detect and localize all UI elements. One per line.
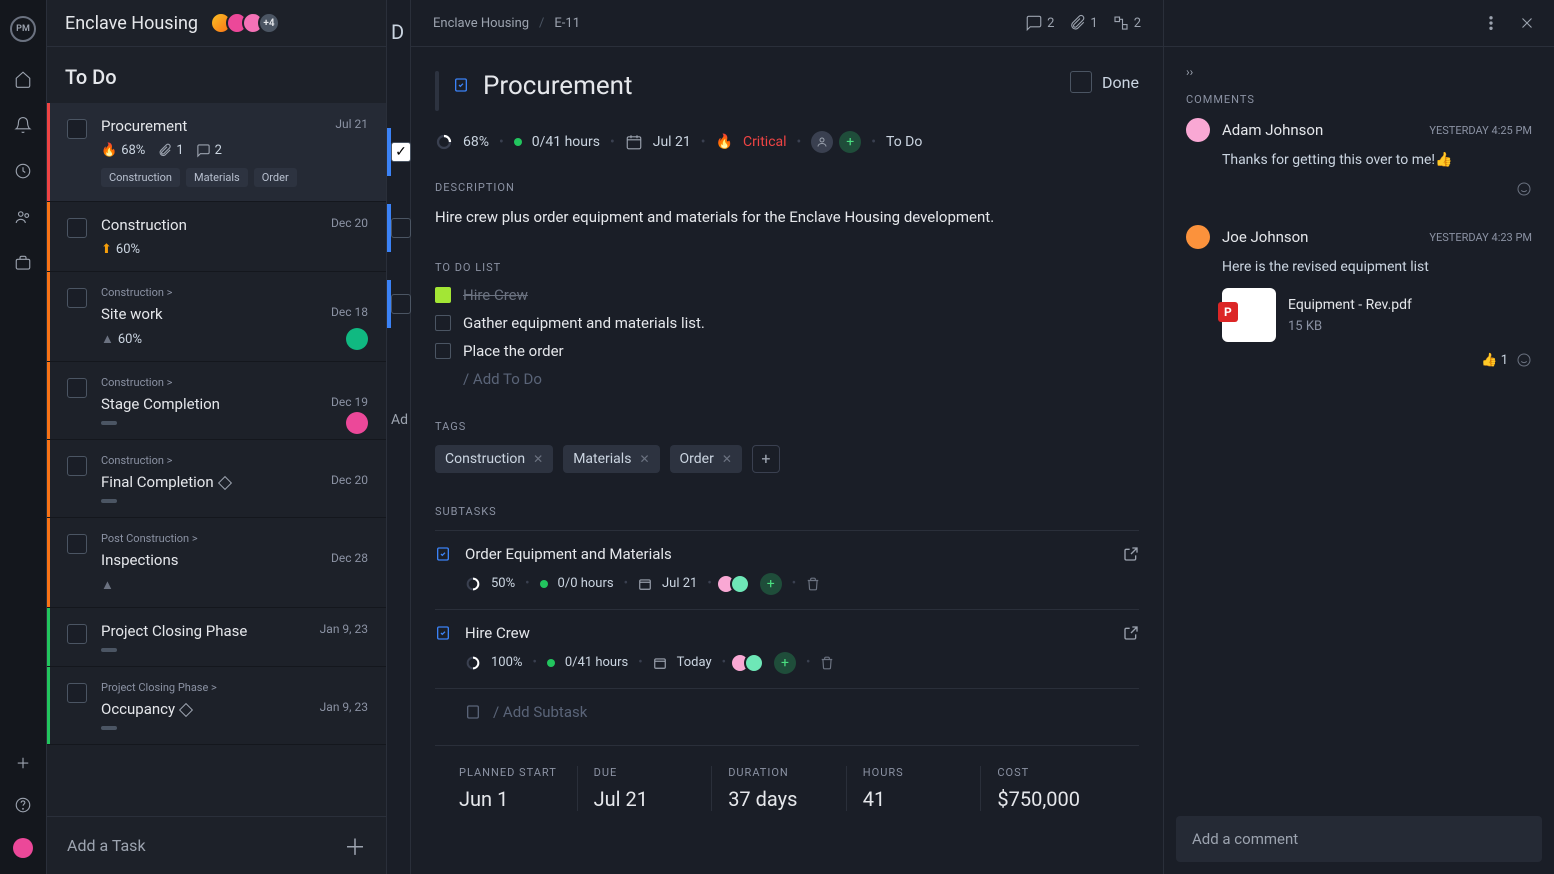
project-title: Enclave Housing xyxy=(65,13,198,34)
close-icon[interactable] xyxy=(1518,14,1536,32)
attachment-icon xyxy=(1068,14,1086,32)
add-icon[interactable] xyxy=(14,754,32,772)
delete-subtask-icon[interactable] xyxy=(820,656,834,670)
add-task-button[interactable]: Add a Task ＋ xyxy=(47,816,386,874)
add-tag-button[interactable]: + xyxy=(752,445,780,473)
comment-attachment[interactable]: PEquipment - Rev.pdf15 KB xyxy=(1222,288,1532,342)
task-detail-panel: Enclave Housing/E-11 2 1 2 xyxy=(411,0,1164,874)
team-icon[interactable] xyxy=(14,208,32,226)
task-card[interactable]: ConstructionDec 20⬆60% xyxy=(47,202,386,272)
header-subtasks-count[interactable]: 2 xyxy=(1112,14,1141,32)
header-attach-count[interactable]: 1 xyxy=(1068,14,1097,32)
task-card[interactable]: Post Construction >InspectionsDec 28▲ xyxy=(47,518,386,608)
task-card[interactable]: Project Closing Phase >OccupancyJan 9, 2… xyxy=(47,667,386,745)
remove-tag-icon[interactable]: ✕ xyxy=(639,452,649,466)
current-user-avatar[interactable] xyxy=(13,838,33,858)
open-subtask-icon[interactable] xyxy=(1123,546,1139,562)
progress-ring-icon xyxy=(435,133,453,151)
tag-chip[interactable]: Order✕ xyxy=(670,445,742,473)
add-assignee-button[interactable]: + xyxy=(760,573,782,595)
task-card[interactable]: Construction >Final CompletionDec 20 xyxy=(47,440,386,518)
task-stats: PLANNED STARTJun 1 DUEJul 21 DURATION37 … xyxy=(435,745,1139,811)
detail-region: Enclave Housing/E-11 2 1 2 xyxy=(411,0,1554,874)
tag-chip[interactable]: Construction✕ xyxy=(435,445,553,473)
add-assignee-button: + xyxy=(839,131,861,153)
comment-icon xyxy=(1025,14,1043,32)
done-toggle[interactable]: Done xyxy=(1070,71,1139,93)
subtasks-list: Order Equipment and Materials50%•0/0 hou… xyxy=(435,530,1139,688)
todo-item[interactable]: Gather equipment and materials list. xyxy=(435,314,1139,332)
recent-icon[interactable] xyxy=(14,162,32,180)
comment: Adam JohnsonYESTERDAY 4:25 PMThanks for … xyxy=(1186,118,1532,197)
task-title[interactable]: Procurement xyxy=(483,71,1056,101)
comment-input[interactable]: Add a comment xyxy=(1176,816,1542,862)
tags-label: TAGS xyxy=(435,420,1139,433)
column-title: To Do xyxy=(47,47,386,103)
notifications-icon[interactable] xyxy=(14,116,32,134)
subtask-type-icon xyxy=(435,625,451,641)
comments-label: COMMENTS xyxy=(1186,93,1532,106)
task-type-icon xyxy=(453,77,469,93)
comments-list: Adam JohnsonYESTERDAY 4:25 PMThanks for … xyxy=(1186,118,1532,368)
more-icon[interactable] xyxy=(1482,14,1500,32)
project-members[interactable]: +4 xyxy=(216,12,280,34)
add-reaction-icon[interactable] xyxy=(1516,181,1532,197)
add-todo-input[interactable]: / Add To Do xyxy=(435,370,1139,388)
app-nav-rail: PM xyxy=(0,0,47,874)
home-icon[interactable] xyxy=(14,70,32,88)
app-logo[interactable]: PM xyxy=(10,16,36,42)
comment: Joe JohnsonYESTERDAY 4:23 PMHere is the … xyxy=(1186,225,1532,368)
tags-row: Construction✕ Materials✕ Order✕ + xyxy=(435,445,1139,473)
detail-header: Enclave Housing/E-11 2 1 2 xyxy=(411,0,1163,47)
header-comments-count[interactable]: 2 xyxy=(1025,14,1054,32)
tag-chip[interactable]: Materials✕ xyxy=(563,445,659,473)
assignee-list[interactable]: + xyxy=(811,131,861,153)
description-text[interactable]: Hire crew plus order equipment and mater… xyxy=(435,206,1139,229)
peek-next-column: D ✓ Ad xyxy=(387,0,411,874)
todo-item[interactable]: Place the order xyxy=(435,342,1139,360)
help-icon[interactable] xyxy=(14,796,32,814)
add-reaction-icon[interactable] xyxy=(1516,352,1532,368)
comments-panel: ›› COMMENTS Adam JohnsonYESTERDAY 4:25 P… xyxy=(1164,0,1554,874)
task-list: ProcurementJul 21🔥68%12ConstructionMater… xyxy=(47,103,386,816)
project-header: Enclave Housing +4 xyxy=(47,0,386,47)
subtask-type-icon xyxy=(435,546,451,562)
calendar-icon xyxy=(625,133,643,151)
todo-list: Hire Crew Gather equipment and materials … xyxy=(435,286,1139,388)
task-meta-row: 68% • 0/41 hours • Jul 21 • 🔥 Critical •… xyxy=(435,131,1139,153)
add-assignee-button[interactable]: + xyxy=(774,652,796,674)
subtask-item[interactable]: Hire Crew100%•0/41 hours•Today•+• xyxy=(435,609,1139,688)
subtasks-label: SUBTASKS xyxy=(435,505,1139,518)
delete-subtask-icon[interactable] xyxy=(806,577,820,591)
remove-tag-icon[interactable]: ✕ xyxy=(722,452,732,466)
subtask-icon xyxy=(1112,14,1130,32)
description-label: DESCRIPTION xyxy=(435,181,1139,194)
task-card[interactable]: Project Closing PhaseJan 9, 23 xyxy=(47,608,386,667)
task-list-panel: Enclave Housing +4 To Do ProcurementJul … xyxy=(47,0,387,874)
task-card[interactable]: ProcurementJul 21🔥68%12ConstructionMater… xyxy=(47,103,386,202)
open-subtask-icon[interactable] xyxy=(1123,625,1139,641)
todo-label: TO DO LIST xyxy=(435,261,1139,274)
task-card[interactable]: Construction >Site workDec 18▲60% xyxy=(47,272,386,362)
reaction-badge[interactable]: 👍 1 xyxy=(1481,353,1508,368)
projects-icon[interactable] xyxy=(14,254,32,272)
collapse-comments-icon[interactable]: ›› xyxy=(1186,65,1532,79)
task-card[interactable]: Construction >Stage CompletionDec 19 xyxy=(47,362,386,440)
subtask-item[interactable]: Order Equipment and Materials50%•0/0 hou… xyxy=(435,530,1139,609)
todo-item[interactable]: Hire Crew xyxy=(435,286,1139,304)
breadcrumb[interactable]: Enclave Housing/E-11 xyxy=(433,16,580,31)
add-subtask-input[interactable]: / Add Subtask xyxy=(435,688,1139,721)
remove-tag-icon[interactable]: ✕ xyxy=(533,452,543,466)
